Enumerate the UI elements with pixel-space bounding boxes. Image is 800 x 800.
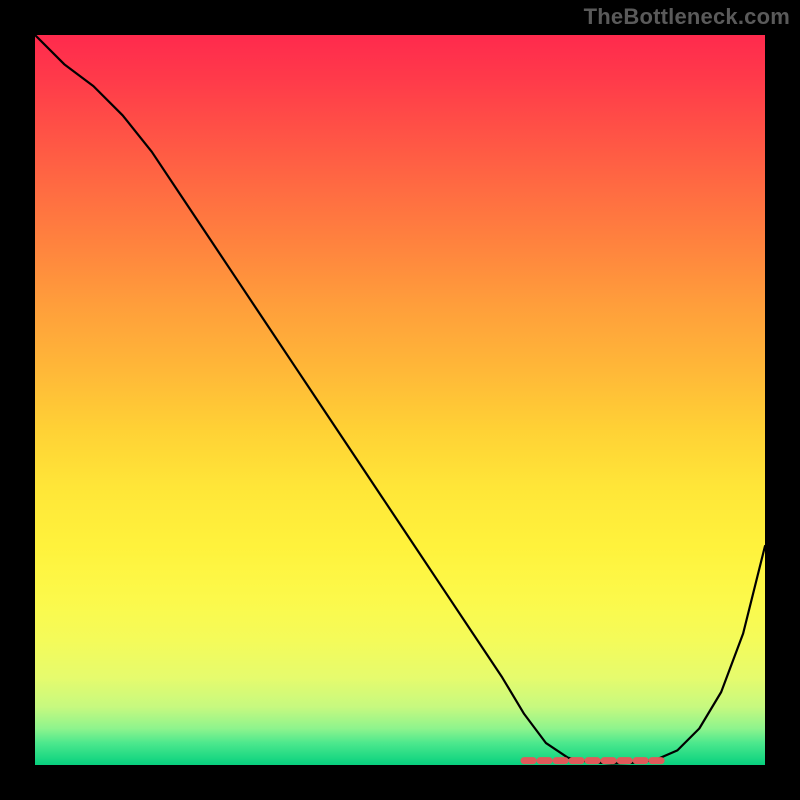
plot-frame [35,35,765,765]
watermark-text: TheBottleneck.com [584,4,790,30]
chart-root: TheBottleneck.com [0,0,800,800]
data-curve [35,35,765,764]
plot-svg [35,35,765,765]
